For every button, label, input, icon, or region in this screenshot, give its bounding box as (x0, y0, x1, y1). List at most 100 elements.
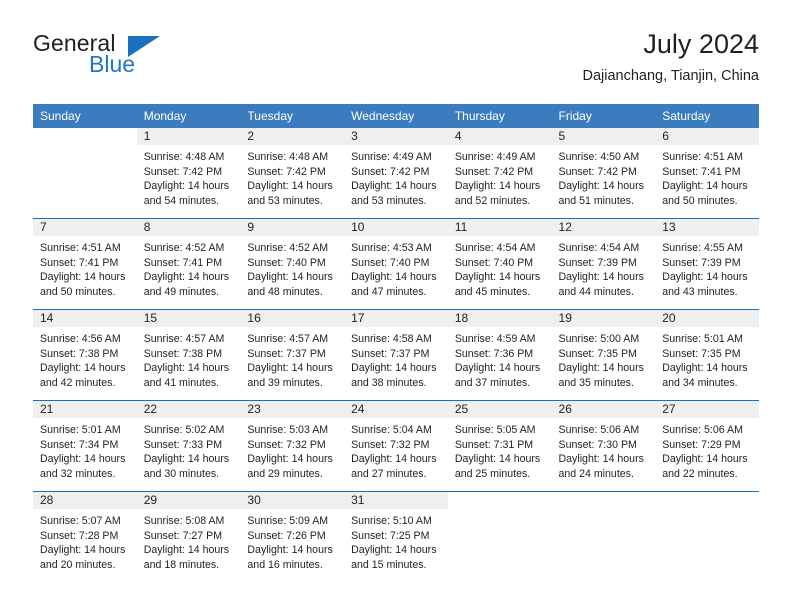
day-sun-info: Sunrise: 4:51 AM Sunset: 7:41 PM Daylight:… (33, 236, 137, 299)
day-info-line: and 53 minutes. (351, 194, 427, 207)
day-sun-info: Sunrise: 4:52 AM Sunset: 7:40 PM Daylight:… (240, 236, 344, 299)
calendar-day-cell[interactable]: 30 Sunrise: 5:09 AM Sunset: 7:26 PM Dayligh… (240, 492, 345, 582)
day-cell-inner: 7 Sunrise: 4:51 AM Sunset: 7:41 PM Daylight… (33, 219, 137, 309)
day-number-strip (33, 128, 137, 145)
day-cell-inner: 17 Sunrise: 4:58 AM Sunset: 7:37 PM Dayligh… (344, 310, 448, 400)
day-info-line: Sunset: 7:41 PM (143, 256, 223, 269)
day-number: 24 (351, 402, 365, 416)
day-sun-info: Sunrise: 4:56 AM Sunset: 7:38 PM Daylight:… (33, 327, 137, 390)
day-number-strip: 11 (447, 219, 552, 236)
calendar-day-cell[interactable]: 21 Sunrise: 5:01 AM Sunset: 7:34 PM Dayligh… (33, 401, 137, 491)
day-info-line: Sunset: 7:37 PM (351, 347, 430, 360)
calendar-day-cell[interactable]: 20 Sunrise: 5:01 AM Sunset: 7:35 PM Dayligh… (655, 310, 759, 400)
calendar-day-cell[interactable]: 10 Sunrise: 4:53 AM Sunset: 7:40 PM Dayligh… (344, 219, 448, 309)
brand-name-blue: Blue (89, 51, 136, 77)
calendar-day-cell[interactable]: 22 Sunrise: 5:02 AM Sunset: 7:33 PM Dayligh… (136, 401, 241, 491)
calendar-day-cell[interactable]: 24 Sunrise: 5:04 AM Sunset: 7:32 PM Dayligh… (344, 401, 448, 491)
day-info-line: and 51 minutes. (558, 194, 634, 207)
day-info-line: and 39 minutes. (247, 376, 323, 389)
day-number: 1 (143, 129, 151, 143)
day-number: 4 (454, 129, 462, 143)
calendar-day-cell[interactable]: 9 Sunrise: 4:52 AM Sunset: 7:40 PM Daylight… (240, 219, 345, 309)
day-cell-inner (655, 492, 759, 582)
day-number-strip: 27 (655, 401, 759, 418)
day-number: 6 (662, 129, 669, 143)
day-info-line: Sunset: 7:29 PM (662, 438, 741, 451)
calendar-day-cell[interactable]: 19 Sunrise: 5:00 AM Sunset: 7:35 PM Dayligh… (551, 310, 656, 400)
calendar-day-cell[interactable]: 2 Sunrise: 4:48 AM Sunset: 7:42 PM Daylight… (240, 128, 345, 218)
day-cell-inner: 22 Sunrise: 5:02 AM Sunset: 7:33 PM Dayligh… (136, 401, 241, 491)
calendar-day-cell[interactable]: 23 Sunrise: 5:03 AM Sunset: 7:32 PM Dayligh… (240, 401, 345, 491)
day-sun-info: Sunrise: 4:48 AM Sunset: 7:42 PM Daylight:… (137, 145, 241, 208)
day-number: 15 (143, 311, 158, 325)
day-number: 19 (558, 311, 572, 325)
calendar-week-row: 14 Sunrise: 4:56 AM Sunset: 7:38 PM Dayligh… (33, 310, 759, 400)
day-number: 20 (662, 311, 676, 325)
day-info-line: and 34 minutes. (662, 376, 738, 389)
day-info-line: Sunrise: 4:51 AM (662, 151, 743, 163)
day-info-line: Sunset: 7:30 PM (558, 438, 637, 451)
day-cell-inner: 24 Sunrise: 5:04 AM Sunset: 7:32 PM Dayligh… (344, 401, 448, 491)
day-info-line: and 44 minutes. (558, 285, 634, 298)
day-info-line: Sunrise: 5:01 AM (40, 424, 121, 436)
day-info-line: Sunrise: 4:59 AM (454, 333, 536, 345)
brand-logo[interactable]: General Blue (33, 30, 273, 86)
day-info-line: Sunrise: 4:54 AM (454, 242, 536, 254)
day-cell-inner: 27 Sunrise: 5:06 AM Sunset: 7:29 PM Dayligh… (655, 401, 759, 491)
day-number-strip: 24 (344, 401, 448, 418)
day-number-strip: 9 (240, 219, 345, 236)
day-cell-inner: 3 Sunrise: 4:49 AM Sunset: 7:42 PM Daylight… (344, 128, 448, 218)
day-number-strip: 1 (136, 128, 241, 145)
day-number-strip (447, 492, 552, 509)
day-number-strip: 8 (136, 219, 241, 236)
day-sun-info: Sunrise: 4:58 AM Sunset: 7:37 PM Daylight:… (344, 327, 448, 390)
calendar-day-cell[interactable]: 5 Sunrise: 4:50 AM Sunset: 7:42 PM Daylight… (551, 128, 656, 218)
calendar-day-cell[interactable]: 8 Sunrise: 4:52 AM Sunset: 7:41 PM Daylight… (136, 219, 241, 309)
day-info-line: and 52 minutes. (454, 194, 531, 207)
day-info-line: Daylight: 14 hours (662, 271, 748, 284)
day-cell-inner: 16 Sunrise: 4:57 AM Sunset: 7:37 PM Dayligh… (240, 310, 345, 400)
calendar-day-cell[interactable]: 1 Sunrise: 4:48 AM Sunset: 7:42 PM Daylight… (136, 128, 241, 218)
day-info-line: and 22 minutes. (662, 467, 738, 480)
day-info-line: and 29 minutes. (247, 467, 323, 480)
day-cell-inner: 18 Sunrise: 4:59 AM Sunset: 7:36 PM Dayligh… (447, 310, 552, 400)
calendar-day-cell[interactable]: 25 Sunrise: 5:05 AM Sunset: 7:31 PM Dayligh… (447, 401, 552, 491)
calendar-day-cell[interactable]: 7 Sunrise: 4:51 AM Sunset: 7:41 PM Daylight… (33, 219, 137, 309)
day-sun-info: Sunrise: 5:10 AM Sunset: 7:25 PM Daylight:… (344, 509, 448, 572)
day-sun-info: Sunrise: 5:06 AM Sunset: 7:30 PM Daylight:… (552, 418, 656, 481)
day-number: 27 (662, 402, 676, 416)
day-sun-info: Sunrise: 5:07 AM Sunset: 7:28 PM Daylight:… (33, 509, 137, 572)
calendar-day-cell[interactable]: 11 Sunrise: 4:54 AM Sunset: 7:40 PM Dayligh… (447, 219, 552, 309)
day-info-line: and 50 minutes. (40, 285, 116, 298)
day-number (448, 492, 552, 493)
calendar-day-cell[interactable]: 29 Sunrise: 5:08 AM Sunset: 7:27 PM Dayligh… (136, 492, 241, 582)
day-info-line: Sunrise: 5:04 AM (351, 424, 432, 436)
calendar-day-cell[interactable]: 28 Sunrise: 5:07 AM Sunset: 7:28 PM Dayligh… (33, 492, 137, 582)
calendar-day-cell[interactable]: 13 Sunrise: 4:55 AM Sunset: 7:39 PM Dayligh… (655, 219, 759, 309)
day-cell-inner: 30 Sunrise: 5:09 AM Sunset: 7:26 PM Dayligh… (240, 492, 345, 582)
calendar-day-cell[interactable]: 14 Sunrise: 4:56 AM Sunset: 7:38 PM Dayligh… (33, 310, 137, 400)
calendar-day-cell[interactable]: 31 Sunrise: 5:10 AM Sunset: 7:25 PM Dayligh… (344, 492, 448, 582)
day-info-line: Sunrise: 4:54 AM (558, 242, 640, 254)
calendar-day-cell[interactable]: 15 Sunrise: 4:57 AM Sunset: 7:38 PM Dayligh… (136, 310, 241, 400)
calendar-day-cell[interactable]: 17 Sunrise: 4:58 AM Sunset: 7:37 PM Dayligh… (344, 310, 448, 400)
calendar-day-cell[interactable]: 27 Sunrise: 5:06 AM Sunset: 7:29 PM Dayligh… (655, 401, 759, 491)
calendar-day-cell[interactable]: 3 Sunrise: 4:49 AM Sunset: 7:42 PM Daylight… (344, 128, 448, 218)
calendar-day-cell[interactable]: 18 Sunrise: 4:59 AM Sunset: 7:36 PM Dayligh… (447, 310, 552, 400)
calendar-day-cell[interactable]: 26 Sunrise: 5:06 AM Sunset: 7:30 PM Dayligh… (551, 401, 656, 491)
day-cell-inner: 28 Sunrise: 5:07 AM Sunset: 7:28 PM Dayligh… (33, 492, 137, 582)
day-number-strip: 6 (655, 128, 759, 145)
day-sun-info: Sunrise: 5:03 AM Sunset: 7:32 PM Daylight:… (240, 418, 344, 481)
day-number-strip: 30 (240, 492, 345, 509)
day-sun-info: Sunrise: 5:00 AM Sunset: 7:35 PM Daylight:… (552, 327, 656, 390)
day-info-line: Sunrise: 5:08 AM (143, 515, 225, 527)
day-info-line: Daylight: 14 hours (351, 544, 437, 557)
calendar-head: Sunday Monday Tuesday Wednesday Thursday Frid… (33, 104, 759, 128)
calendar-day-cell[interactable]: 12 Sunrise: 4:54 AM Sunset: 7:39 PM Dayligh… (551, 219, 656, 309)
weekday-header-tuesday: Tuesday (240, 104, 345, 128)
calendar-day-cell[interactable]: 6 Sunrise: 4:51 AM Sunset: 7:41 PM Daylight… (655, 128, 759, 218)
calendar-day-cell[interactable]: 4 Sunrise: 4:49 AM Sunset: 7:42 PM Daylight… (447, 128, 552, 218)
calendar-day-cell[interactable]: 16 Sunrise: 4:57 AM Sunset: 7:37 PM Dayligh… (240, 310, 345, 400)
day-info-line: Daylight: 14 hours (351, 453, 437, 466)
day-info-line: and 49 minutes. (143, 285, 220, 298)
